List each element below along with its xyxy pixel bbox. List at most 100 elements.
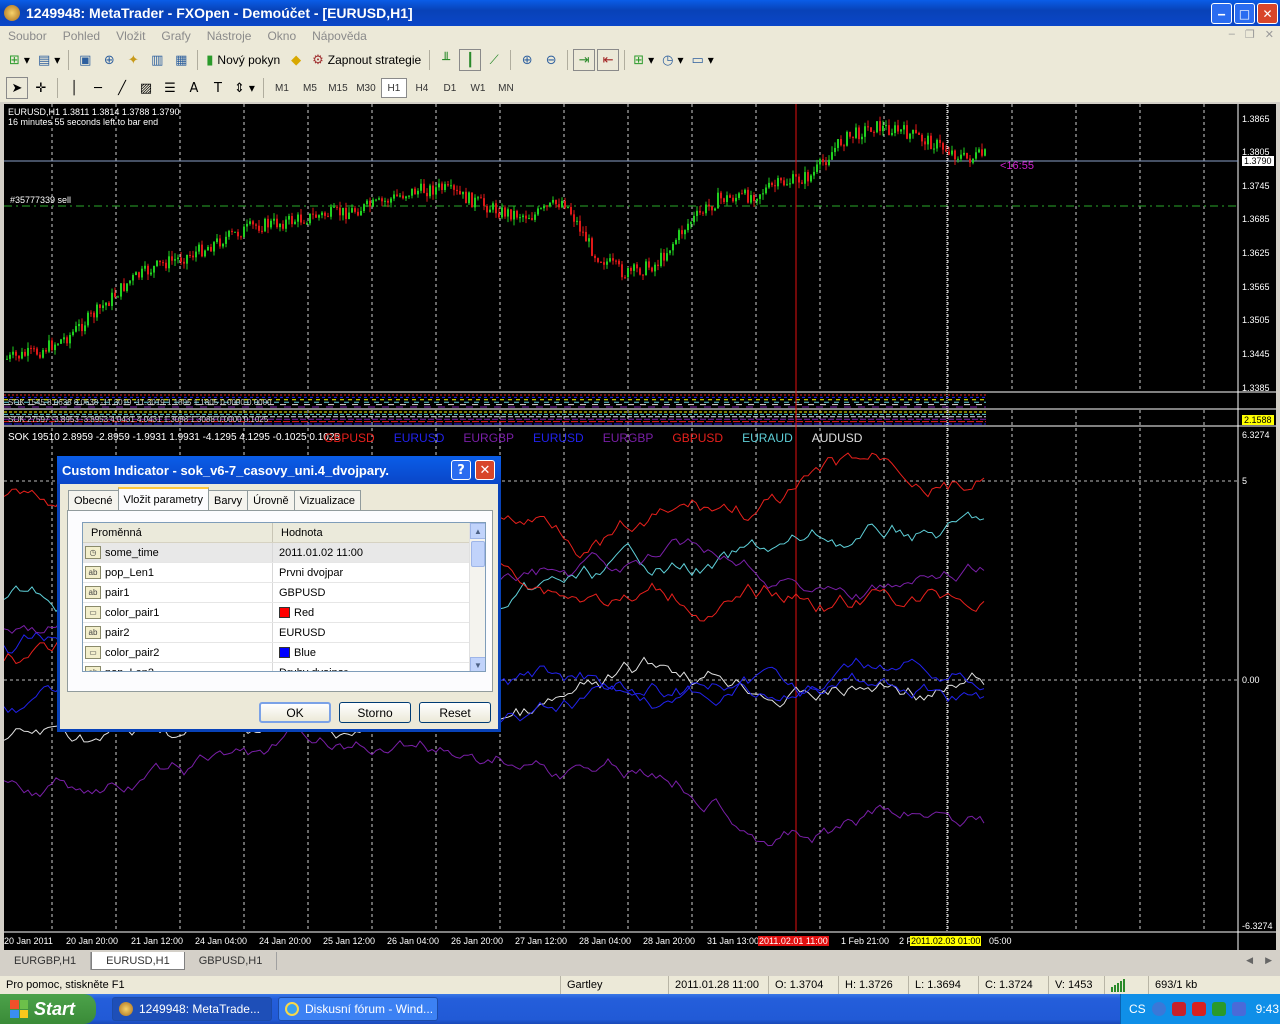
trendline-tool[interactable]: ╱ [111,77,133,99]
task-browser[interactable]: Diskusní fórum - Wind... [278,997,438,1021]
text-label-tool[interactable]: T [207,77,229,99]
data-window-button[interactable]: ⊕ [98,49,120,71]
expert-advisors-button[interactable]: ⚙ Zapnout strategie [309,49,424,71]
tf-d1[interactable]: D1 [437,78,463,98]
menu-nastroje[interactable]: Nástroje [199,29,260,43]
chart-shift-button[interactable]: ⇤ [597,49,620,71]
dialog-titlebar[interactable]: Custom Indicator - sok_v6-7_casovy_uni.4… [57,456,501,484]
menu-vlozit[interactable]: Vložit [108,29,153,43]
start-button[interactable]: Start [0,994,96,1024]
network-icon[interactable] [1211,1002,1226,1016]
tab-eurusd-h1[interactable]: EURUSD,H1 [91,952,185,970]
parameter-value-cell[interactable]: Druhy dvojpar [273,663,485,672]
task-metatrader[interactable]: 1249948: MetaTrade... [112,997,272,1021]
menu-soubor[interactable]: Soubor [0,29,55,43]
scroll-down-arrow[interactable]: ▼ [470,657,485,671]
tab-vlozit-parametry[interactable]: Vložit parametry [117,487,210,510]
market-watch-button[interactable]: ▣ [74,49,96,71]
ok-button[interactable]: OK [259,702,331,723]
antivirus-icon[interactable] [1171,1002,1186,1016]
tab-urovne[interactable]: Úrovně [247,490,295,510]
mdi-restore-icon[interactable]: ❐ [1245,28,1255,41]
bar-chart-button[interactable]: ╨ [435,49,457,71]
help-button[interactable]: ? [451,460,471,480]
navigator-button[interactable]: ✦ [122,49,144,71]
close-window-button[interactable]: ✕ [1257,3,1278,24]
parameter-row[interactable]: ab pop_Len1 Prvni dvojpar [83,563,485,583]
parameter-value-cell[interactable]: GBPUSD [273,583,485,602]
tab-scroll-left-icon[interactable]: ◀ [1246,955,1253,966]
tab-eurgbp-h1[interactable]: EURGBP,H1 [0,952,92,970]
zoom-in-button[interactable]: ⊕ [516,49,538,71]
vertical-line-tool[interactable]: │ [63,77,85,99]
tab-obecne[interactable]: Obecné [68,490,119,510]
tf-h1[interactable]: H1 [380,78,407,98]
strategy-tester-button[interactable]: ▦ [170,49,192,71]
tf-m15[interactable]: M15 [325,78,351,98]
profiles-button[interactable]: ▤ ▾ [35,49,63,71]
parameter-row[interactable]: ▭ color_pair2 Blue [83,643,485,663]
tab-vizualizace[interactable]: Vizualizace [293,490,362,510]
new-order-button[interactable]: ▮ Nový pokyn [203,49,283,71]
text-tool[interactable]: A [183,77,205,99]
menu-okno[interactable]: Okno [259,29,304,43]
templates-button[interactable]: ▭ ▾ [689,49,717,71]
parameter-value-cell[interactable]: Blue [273,643,485,662]
tf-m1[interactable]: M1 [269,78,295,98]
candlestick-button[interactable]: ┃ [459,49,482,71]
window-titlebar[interactable]: 1249948: MetaTrader - FXOpen - Demoúčet … [0,0,1280,26]
cancel-button[interactable]: Storno [339,702,411,723]
parameter-row[interactable]: ab pair2 EURUSD [83,623,485,643]
tf-h4[interactable]: H4 [409,78,435,98]
maximize-button[interactable]: □ [1234,3,1255,24]
parameter-row[interactable]: ▭ color_pair1 Red [83,603,485,623]
auto-scroll-button[interactable]: ⇥ [573,49,596,71]
metaeditor-button[interactable]: ◆ [285,49,307,71]
parameter-value-cell[interactable]: EURUSD [273,623,485,642]
scroll-thumb[interactable] [471,541,485,567]
minimize-button[interactable]: ‒ [1211,3,1232,24]
tab-barvy[interactable]: Barvy [208,490,249,510]
grid-scrollbar[interactable]: ▲ ▼ [469,523,485,671]
menu-pohled[interactable]: Pohled [55,29,108,43]
mdi-close-icon[interactable]: ✕ [1265,28,1274,41]
parameter-value-cell[interactable]: Red [273,603,485,622]
scroll-up-arrow[interactable]: ▲ [470,523,485,539]
tf-m5[interactable]: M5 [297,78,323,98]
new-chart-button[interactable]: ⊞ ▾ [6,49,33,71]
tray-arrow-icon[interactable] [1151,1002,1166,1016]
horizontal-line-tool[interactable]: ─ [87,77,109,99]
security-alert-icon[interactable] [1191,1002,1206,1016]
line-chart-button[interactable]: ⟋ [483,49,505,71]
tf-w1[interactable]: W1 [465,78,491,98]
parameter-row[interactable]: ◷ some_time 2011.01.02 11:00 [83,543,485,563]
volume-icon[interactable] [1231,1002,1246,1016]
zoom-out-button[interactable]: ⊖ [540,49,562,71]
fibonacci-tool[interactable]: ☰ [159,77,181,99]
parameter-row[interactable]: ab pop_Len2 Druhy dvojpar [83,663,485,672]
column-variable[interactable]: Proměnná [83,523,273,542]
menu-napoveda[interactable]: Nápověda [304,29,375,43]
crosshair-tool[interactable]: ✛ [30,77,52,99]
parameter-row[interactable]: ab pair1 GBPUSD [83,583,485,603]
arrows-tool[interactable]: ⇕ ▾ [231,77,258,99]
periods-button[interactable]: ◷ ▾ [659,49,686,71]
language-indicator[interactable]: CS [1129,1002,1146,1016]
tf-m30[interactable]: M30 [353,78,379,98]
tab-scroll-right-icon[interactable]: ▶ [1265,955,1272,966]
column-value[interactable]: Hodnota [273,523,485,542]
menu-grafy[interactable]: Grafy [153,29,198,43]
mdi-minimize-icon[interactable]: ‒ [1229,28,1235,41]
tab-gbpusd-h1[interactable]: GBPUSD,H1 [185,952,278,970]
time-highlight-red: 2011.02.01 11:00 [758,936,829,946]
dialog-close-button[interactable]: ✕ [475,460,495,480]
reset-button[interactable]: Reset [419,702,491,723]
channel-tool[interactable]: ▨ [135,77,157,99]
indicators-button[interactable]: ⊞ ▾ [630,49,657,71]
parameter-value-cell[interactable]: 2011.01.02 11:00 [273,543,485,562]
terminal-button[interactable]: ▥ [146,49,168,71]
cursor-tool[interactable]: ➤ [6,77,28,99]
tf-mn[interactable]: MN [493,78,519,98]
status-profile[interactable]: Gartley [560,976,668,994]
parameter-value-cell[interactable]: Prvni dvojpar [273,563,485,582]
